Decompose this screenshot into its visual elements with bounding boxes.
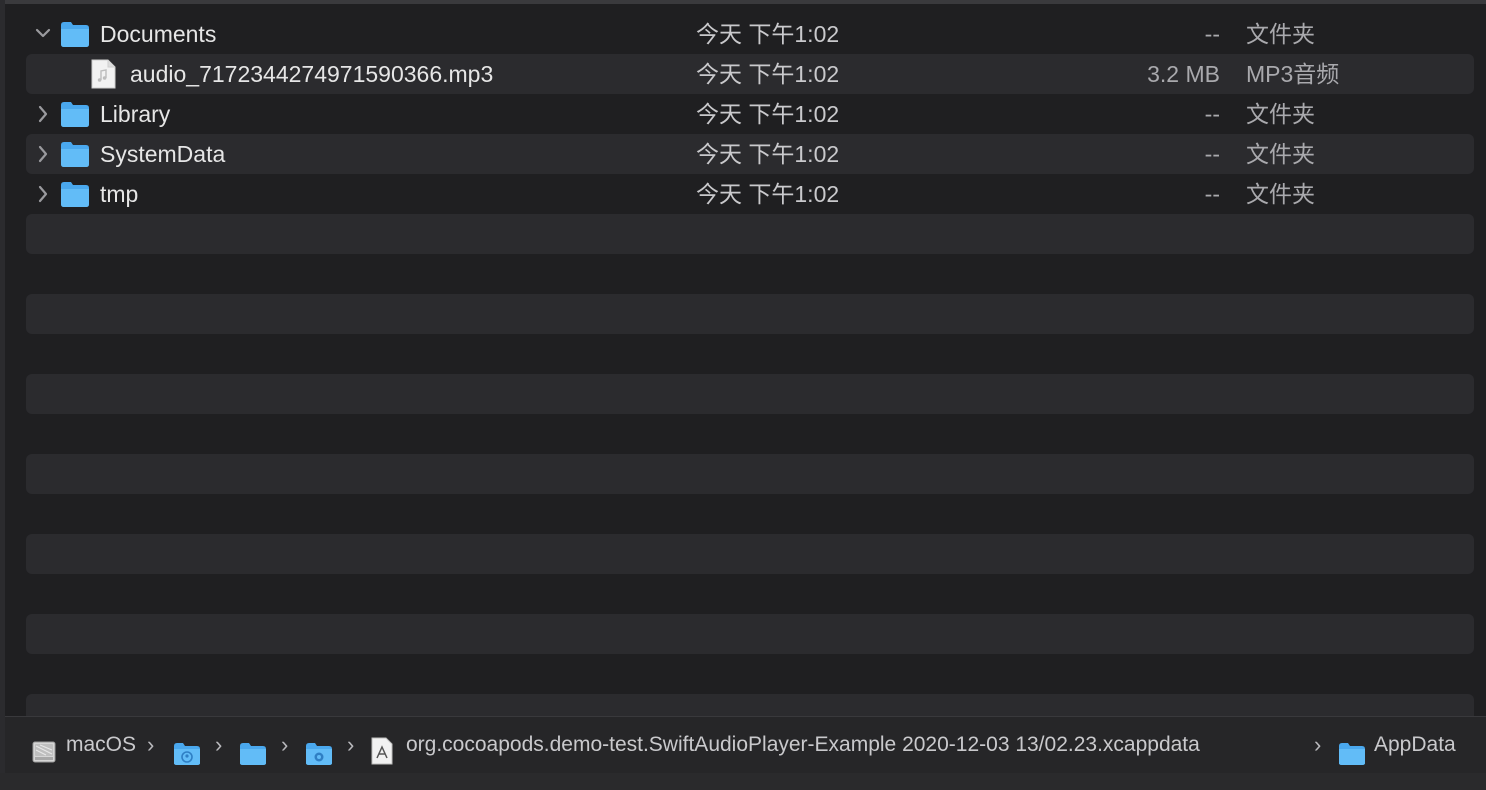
empty-row — [26, 414, 1474, 454]
disclosure-collapsed-icon[interactable] — [32, 174, 54, 214]
empty-row — [26, 574, 1474, 614]
file-row-library[interactable]: Library 今天 下午1:02 -- 文件夹 — [26, 94, 1474, 134]
file-name: audio_7172344274971590366.mp3 — [130, 61, 494, 87]
disclosure-collapsed-icon[interactable] — [32, 134, 54, 174]
file-kind: 文件夹 — [1246, 21, 1315, 47]
file-kind: 文件夹 — [1246, 101, 1315, 127]
file-row-documents[interactable]: Documents 今天 下午1:02 -- 文件夹 — [26, 14, 1474, 54]
folder-icon — [60, 140, 90, 168]
file-kind: 文件夹 — [1246, 141, 1315, 167]
folder-icon — [60, 20, 90, 48]
empty-row — [26, 494, 1474, 534]
file-row-systemdata[interactable]: SystemData 今天 下午1:02 -- 文件夹 — [26, 134, 1474, 174]
folder-icon — [60, 180, 90, 208]
file-size: -- — [1204, 21, 1220, 47]
file-row-audio[interactable]: audio_7172344274971590366.mp3 今天 下午1:02 … — [26, 54, 1474, 94]
chevron-right-icon: › — [147, 732, 155, 757]
path-item-label: org.cocoapods.demo-test.SwiftAudioPlayer… — [406, 733, 1200, 756]
chevron-right-icon: › — [281, 732, 289, 757]
file-name: Library — [100, 101, 171, 127]
file-size: 3.2 MB — [1147, 61, 1220, 87]
hard-drive-icon — [31, 731, 57, 763]
date-modified: 今天 下午1:02 — [696, 61, 840, 87]
file-kind: 文件夹 — [1246, 181, 1315, 207]
file-name: tmp — [100, 181, 139, 207]
path-bar: macOS › › › › org.cocoapods.demo-test.Sw… — [5, 716, 1486, 773]
disclosure-expanded-icon[interactable] — [32, 14, 54, 54]
folder-icon — [60, 100, 90, 128]
date-modified: 今天 下午1:02 — [696, 101, 840, 127]
file-size: -- — [1204, 101, 1220, 127]
path-item-home-folder[interactable] — [173, 717, 201, 773]
empty-row — [26, 694, 1474, 716]
path-item-label: macOS — [66, 733, 137, 756]
date-modified: 今天 下午1:02 — [696, 141, 840, 167]
file-size: -- — [1204, 181, 1220, 207]
path-item-folder[interactable] — [239, 717, 267, 773]
empty-row — [26, 294, 1474, 334]
empty-row — [26, 214, 1474, 254]
finder-window: Documents 今天 下午1:02 -- 文件夹 audio_7172344… — [0, 0, 1486, 790]
file-list[interactable]: Documents 今天 下午1:02 -- 文件夹 audio_7172344… — [26, 14, 1474, 716]
date-modified: 今天 下午1:02 — [696, 21, 840, 47]
chevron-right-icon: › — [347, 732, 355, 757]
empty-row — [26, 654, 1474, 694]
empty-row — [26, 254, 1474, 294]
file-name: Documents — [100, 21, 217, 47]
file-kind: MP3音频 — [1246, 61, 1340, 87]
audio-file-icon — [90, 59, 116, 89]
window-top-edge — [0, 0, 1486, 4]
empty-row — [26, 334, 1474, 374]
path-item-system-folder[interactable] — [305, 717, 333, 773]
chevron-right-icon: › — [215, 732, 223, 757]
disclosure-collapsed-icon[interactable] — [32, 94, 54, 134]
file-row-tmp[interactable]: tmp 今天 下午1:02 -- 文件夹 — [26, 174, 1474, 214]
date-modified: 今天 下午1:02 — [696, 181, 840, 207]
path-item-label: AppData — [1374, 733, 1456, 756]
empty-row — [26, 374, 1474, 414]
empty-row — [26, 534, 1474, 574]
window-left-edge — [0, 0, 5, 790]
window-bottom-edge — [0, 773, 1486, 790]
file-name: SystemData — [100, 141, 226, 167]
empty-row — [26, 614, 1474, 654]
chevron-right-icon: › — [1314, 732, 1322, 757]
empty-row — [26, 454, 1474, 494]
file-size: -- — [1204, 141, 1220, 167]
